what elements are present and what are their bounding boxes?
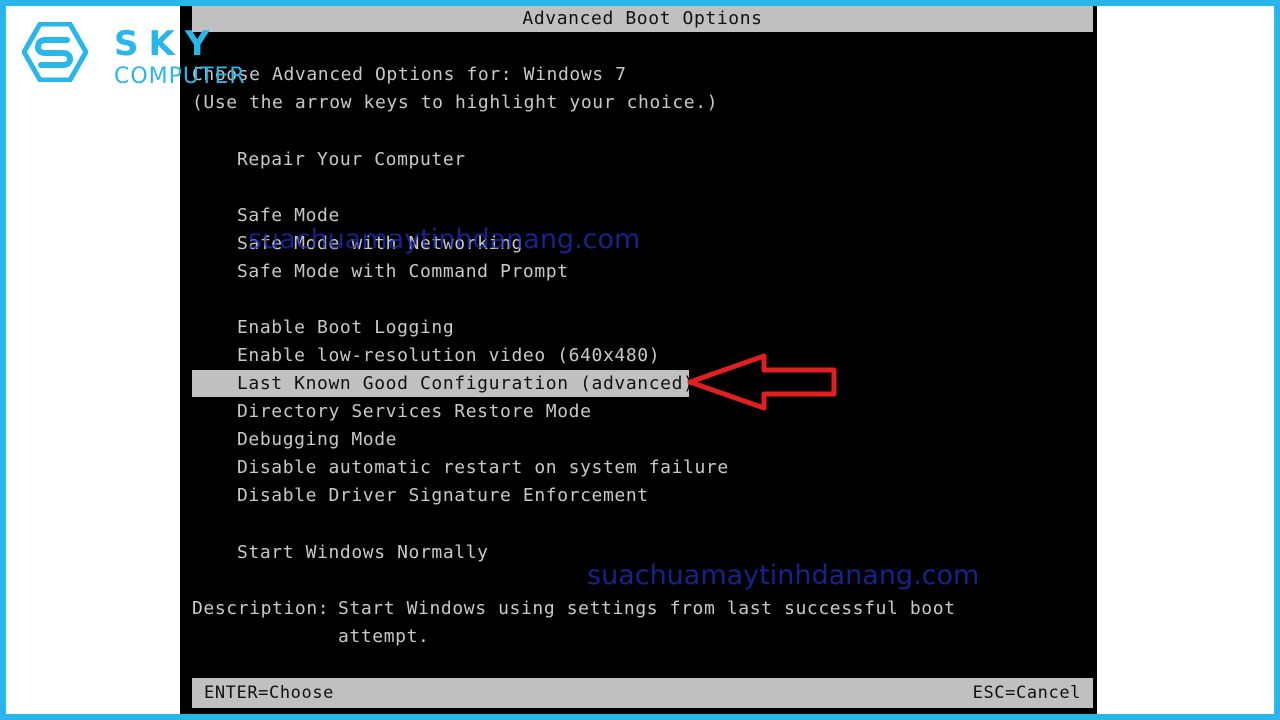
logo-s-icon [22,22,88,82]
option-safe-mode-command-prompt[interactable]: Safe Mode with Command Prompt [237,258,569,286]
option-disable-automatic-restart[interactable]: Disable automatic restart on system fail… [237,454,729,482]
logo-computer-text: COMPUTER [114,64,246,89]
red-arrow-icon [687,353,837,411]
option-start-windows-normally[interactable]: Start Windows Normally [237,539,489,567]
description-label: Description: [192,598,330,619]
enter-choose-hint: ENTER=Choose [204,683,335,703]
hint-line: (Use the arrow keys to highlight your ch… [192,92,719,113]
screen-title: Advanced Boot Options [192,4,1093,32]
option-disable-driver-signature[interactable]: Disable Driver Signature Enforcement [237,482,649,510]
watermark-text: suachuamaytinhdanang.com [587,560,980,591]
option-directory-services-restore[interactable]: Directory Services Restore Mode [237,398,592,426]
option-repair-your-computer[interactable]: Repair Your Computer [237,146,466,174]
sky-computer-logo: SKY COMPUTER [22,20,245,90]
option-low-resolution-video[interactable]: Enable low-resolution video (640x480) [237,342,660,370]
option-last-known-good-configuration[interactable]: Last Known Good Configuration (advanced) [237,370,694,398]
esc-cancel-hint: ESC=Cancel [972,683,1081,703]
footer-bar: ENTER=Choose ESC=Cancel [192,678,1093,708]
option-debugging-mode[interactable]: Debugging Mode [237,426,397,454]
option-enable-boot-logging[interactable]: Enable Boot Logging [237,314,454,342]
logo-sky-text: SKY [114,24,220,64]
boot-screen: Advanced Boot Options Choose Advanced Op… [180,0,1097,720]
description-text: Start Windows using settings from last s… [338,598,956,647]
watermark-text: suachuamaytinhdanang.com [248,224,641,255]
choose-os-line: Choose Advanced Options for: Windows 7 [192,64,627,85]
